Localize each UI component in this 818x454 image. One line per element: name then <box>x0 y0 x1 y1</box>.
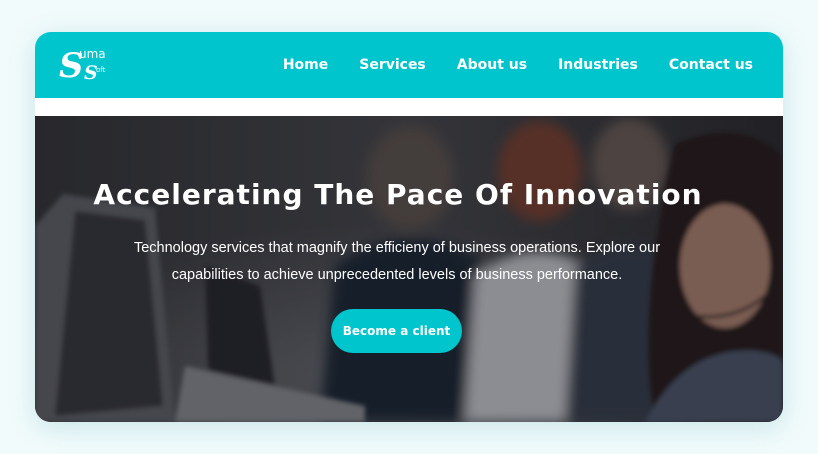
hero-banner: Accelerating The Pace Of Innovation Tech… <box>35 116 783 422</box>
hero-title: Accelerating The Pace Of Innovation <box>93 178 703 211</box>
nav-link-home[interactable]: Home <box>283 57 328 73</box>
nav-link-contact-us[interactable]: Contact us <box>669 57 753 73</box>
suma-soft-logo[interactable]: S uma S oft <box>59 44 113 86</box>
nav-link-industries[interactable]: Industries <box>558 57 638 73</box>
nav-link-services[interactable]: Services <box>359 57 426 73</box>
page-card: S uma S oft Home Services About us Indus… <box>35 32 783 422</box>
hero-content: Accelerating The Pace Of Innovation Tech… <box>35 116 783 422</box>
nav-link-about-us[interactable]: About us <box>457 57 527 73</box>
logo-text-oft: oft <box>96 66 106 74</box>
navbar: S uma S oft Home Services About us Indus… <box>35 32 783 98</box>
main-nav: Home Services About us Industries Contac… <box>283 32 753 98</box>
logo-text-uma: uma <box>79 47 106 61</box>
logo-mark: S uma S oft <box>59 46 106 86</box>
hero-description: Technology services that magnify the eff… <box>133 240 661 283</box>
become-a-client-button[interactable]: Become a client <box>331 309 462 353</box>
